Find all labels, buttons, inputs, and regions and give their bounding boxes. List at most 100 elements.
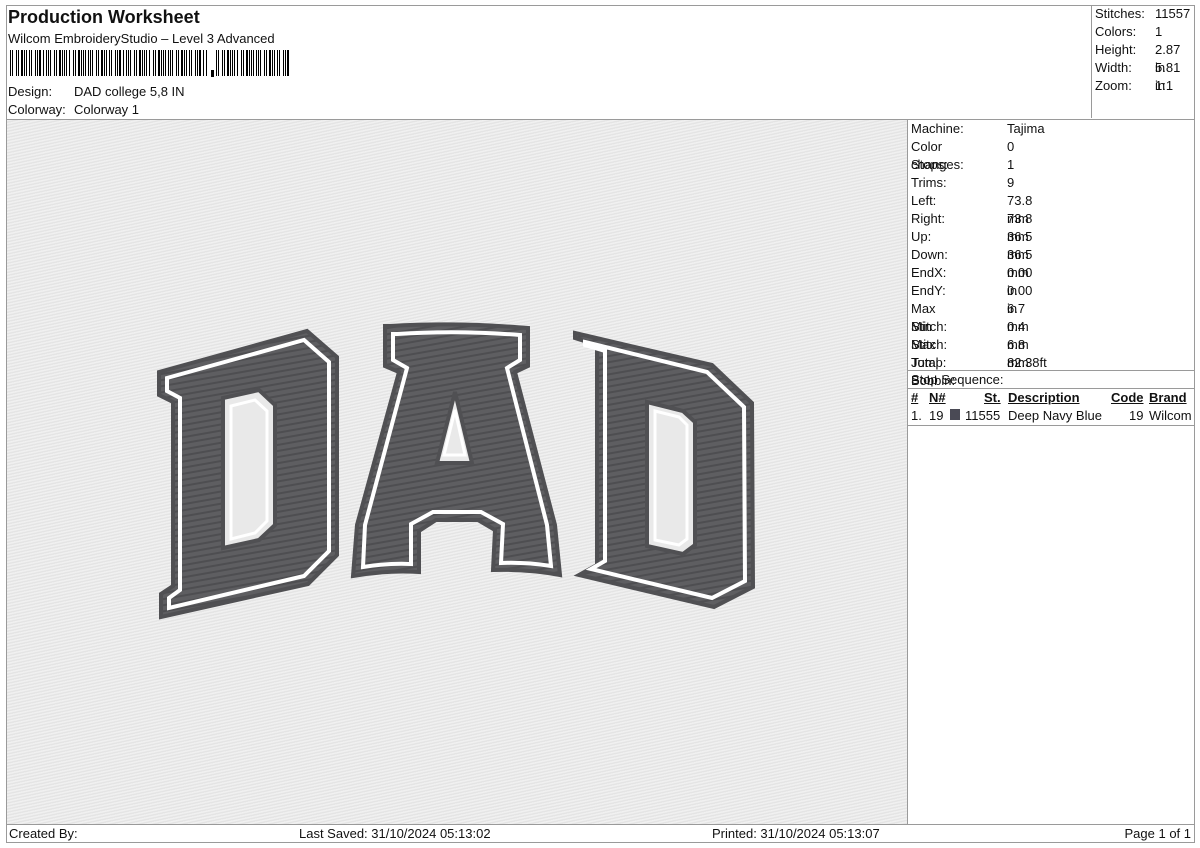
barcode-bar [109,50,110,76]
barcode-bar [128,50,129,76]
barcode-bar [155,50,156,76]
barcode-bar [90,50,91,76]
barcode-bar [62,50,63,76]
barcode-bar [117,50,118,76]
barcode-bar [12,50,13,76]
barcode-bar [218,50,219,76]
barcode-bar [222,50,223,76]
barcode-bar [165,50,166,76]
barcode-bar [66,50,67,76]
stat-label: Colors: [1095,24,1137,39]
letter-d-right [573,330,756,610]
info-label: Right: [911,211,945,226]
barcode-bar [88,50,89,76]
barcode-bar [249,50,250,76]
page-number: Page 1 of 1 [1124,826,1192,841]
barcode-bar [181,50,183,76]
barcode-bar [287,50,289,76]
printed-date: Printed: 31/10/2024 05:13:07 [712,826,880,841]
barcode-bar [266,50,267,76]
barcode-bar [81,50,82,76]
barcode-bar [285,50,286,76]
barcode-bar [161,50,162,76]
machine-info-panel: Machine: Tajima Color changes: 0 Stops: 1 Trim… [907,119,1195,825]
barcode-bar [264,50,265,76]
barcode-bar [126,50,127,76]
info-label: Down: [911,247,948,262]
col-header-number: # [911,390,919,405]
barcode-bar [168,50,169,76]
info-label: EndY: [911,283,946,298]
barcode-bar [92,50,93,76]
letter-a [350,322,563,579]
barcode-bar [75,50,76,76]
barcode-bar [146,50,147,76]
row-brand: Wilcom [1149,408,1192,423]
barcode-bar [153,50,154,76]
barcode-bar [227,50,229,76]
row-code: 19 [1129,408,1144,423]
info-value: Tajima [1007,121,1045,136]
barcode-bar [184,50,185,76]
barcode-image [10,50,289,77]
barcode-bar [283,50,284,76]
barcode-bar [24,50,25,76]
row-description: Deep Navy Blue [1008,408,1102,423]
barcode-bar [206,50,207,76]
stat-value: 1:1 [1155,78,1174,93]
barcode-bar [253,50,254,76]
info-label: Stops: [911,157,948,172]
barcode-bar [104,50,105,76]
barcode-bar [142,50,143,76]
stop-sequence-label: Stop Sequence: [911,372,1004,387]
barcode-bar [16,50,17,76]
barcode-bar [216,50,217,76]
stat-label: Width: [1095,60,1132,75]
barcode-bar [258,50,259,76]
info-value: 9 [1007,175,1015,190]
barcode-bar [78,50,80,76]
barcode-bar [144,50,145,76]
col-header-code: Code [1111,390,1144,405]
barcode-bar [98,50,99,76]
row-stitches: 11555 [965,408,1001,423]
row-number: 1. [911,408,922,423]
barcode-bar [48,50,49,76]
barcode-bar [64,50,65,76]
barcode-bar [234,50,235,76]
stat-label: Stitches: [1095,6,1145,21]
design-preview-canvas [6,119,908,825]
letter-d-left [157,328,339,620]
barcode-bar [277,50,278,76]
barcode-bar [59,50,61,76]
barcode-bar [279,50,280,76]
colorway-value: Colorway 1 [74,102,140,117]
barcode-bar [243,50,244,76]
barcode-bar [83,50,84,76]
barcode-bar [26,50,27,76]
barcode-bar [139,50,141,76]
barcode-bar [56,50,57,76]
barcode-bar [186,50,187,76]
barcode-bar [39,50,41,76]
col-header-brand: Brand [1149,390,1187,405]
divider [908,425,1194,426]
barcode-bar [163,50,164,76]
barcode-bar [134,50,135,76]
barcode-bar [18,50,19,76]
barcode-bar [158,50,160,76]
info-label: EndX: [911,265,947,280]
barcode-bar [272,50,273,76]
barcode-bar [115,50,116,76]
info-value: 0 [1007,139,1015,154]
footer-bar: Created By: Last Saved: 31/10/2024 05:13… [6,824,1195,843]
barcode-bar [170,50,171,76]
barcode-bar [172,50,173,76]
barcode-bar [106,50,107,76]
barcode-bar [197,50,198,76]
software-subtitle: Wilcom EmbroideryStudio – Level 3 Advanc… [8,31,275,46]
barcode-bar [35,50,36,76]
stat-label: Zoom: [1095,78,1132,93]
barcode-bar [119,50,121,76]
barcode-bar [260,50,261,76]
